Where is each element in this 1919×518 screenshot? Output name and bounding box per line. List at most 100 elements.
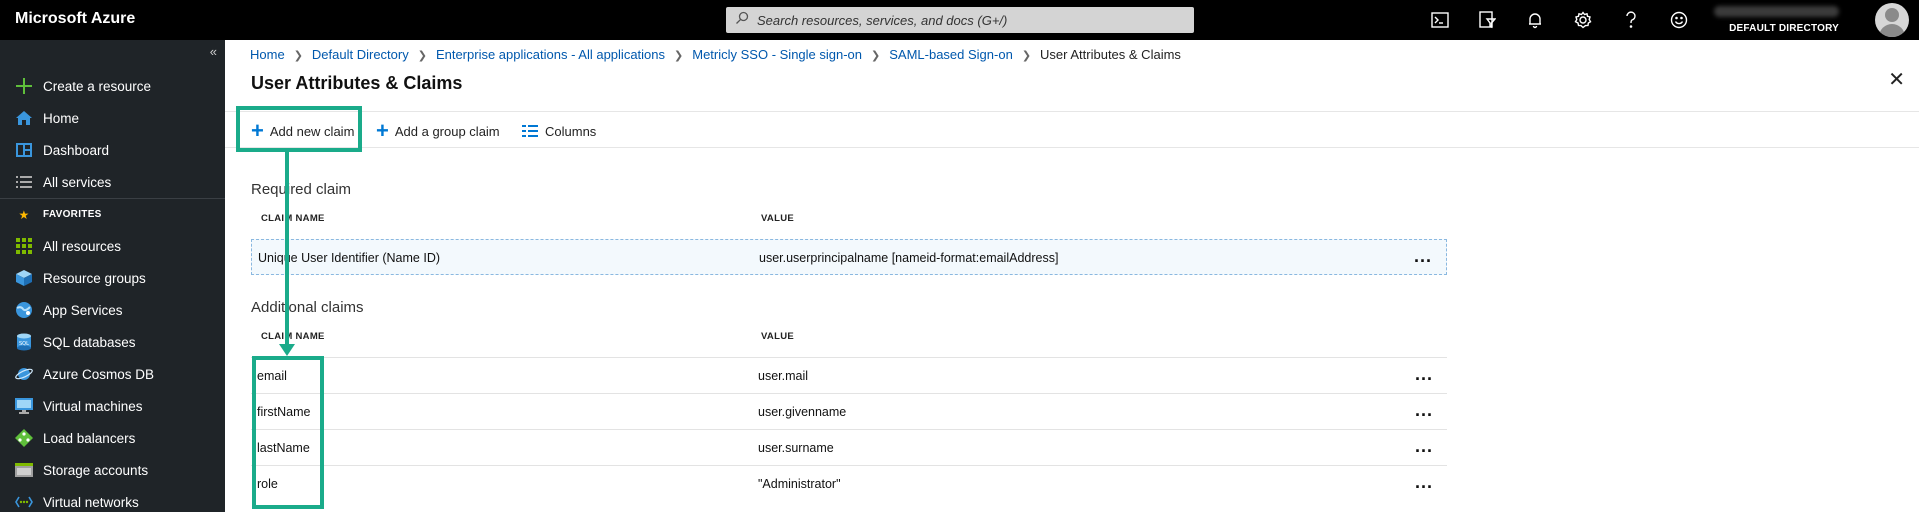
additional-claims-heading: Additional claims bbox=[251, 299, 364, 316]
sidebar-item-virtual-networks[interactable]: Virtual networks bbox=[0, 486, 225, 518]
divider bbox=[225, 147, 1919, 148]
help-icon[interactable] bbox=[1619, 8, 1643, 32]
cube-icon bbox=[14, 269, 34, 287]
table-row[interactable]: Unique User Identifier (Name ID) user.us… bbox=[251, 239, 1447, 275]
breadcrumb-default-directory[interactable]: Default Directory bbox=[312, 47, 409, 62]
cloud-shell-icon[interactable] bbox=[1428, 8, 1452, 32]
feedback-icon[interactable] bbox=[1667, 8, 1691, 32]
plus-icon: + bbox=[376, 118, 389, 143]
search-box[interactable]: Search resources, services, and docs (G+… bbox=[726, 7, 1194, 33]
breadcrumb-saml-sign-on[interactable]: SAML-based Sign-on bbox=[889, 47, 1013, 62]
avatar[interactable] bbox=[1875, 3, 1909, 37]
more-options-icon[interactable]: ... bbox=[1415, 472, 1433, 493]
add-group-claim-label: Add a group claim bbox=[394, 123, 500, 139]
main-panel: Home ❯ Default Directory ❯ Enterprise applic… bbox=[225, 40, 1919, 512]
more-options-icon[interactable]: ... bbox=[1415, 400, 1433, 421]
column-header-value: VALUE bbox=[761, 331, 794, 342]
sidebar-item-all-services[interactable]: All services bbox=[0, 166, 225, 198]
column-header-claim-name: CLAIM NAME bbox=[261, 331, 325, 342]
sidebar-item-virtual-machines[interactable]: Virtual machines bbox=[0, 390, 225, 422]
page-title: User Attributes & Claims bbox=[251, 73, 463, 93]
sidebar-item-label: SQL databases bbox=[43, 334, 136, 350]
annotation-highlight-add-claim bbox=[236, 106, 362, 152]
more-options-icon[interactable]: ... bbox=[1414, 246, 1432, 267]
required-claim-heading: Required claim bbox=[251, 181, 352, 198]
monitor-icon bbox=[14, 397, 34, 415]
sidebar-item-load-balancers[interactable]: Load balancers bbox=[0, 422, 225, 454]
breadcrumb: Home ❯ Default Directory ❯ Enterprise applic… bbox=[250, 47, 1181, 62]
plus-icon bbox=[14, 77, 34, 95]
sidebar-item-all-resources[interactable]: All resources bbox=[0, 230, 225, 262]
sidebar-item-label: Home bbox=[43, 110, 80, 126]
chevron-right-icon: ❯ bbox=[293, 50, 303, 62]
sidebar-item-app-services[interactable]: App Services bbox=[0, 294, 225, 326]
sidebar: « Create a resource Home Dashboard All s… bbox=[0, 40, 225, 512]
home-icon bbox=[14, 109, 34, 127]
column-header-value: VALUE bbox=[761, 213, 794, 224]
search-placeholder[interactable]: Search resources, services, and docs (G+… bbox=[757, 13, 1007, 28]
claim-value: user.surname bbox=[758, 441, 834, 455]
directory-filter-icon[interactable] bbox=[1475, 8, 1499, 32]
annotation-arrow-head bbox=[279, 344, 295, 356]
planet-icon bbox=[14, 365, 34, 383]
annotation-arrow bbox=[285, 152, 289, 348]
search-icon bbox=[735, 11, 749, 28]
close-icon[interactable]: ✕ bbox=[1888, 70, 1905, 90]
table-row[interactable]: firstName user.givenname ... bbox=[251, 393, 1447, 429]
top-bar: Microsoft Azure Search resources, servic… bbox=[0, 0, 1919, 40]
sidebar-item-label: Virtual machines bbox=[43, 398, 143, 414]
sidebar-item-label: All resources bbox=[43, 238, 122, 254]
sidebar-item-dashboard[interactable]: Dashboard bbox=[0, 134, 225, 166]
sidebar-item-label: Dashboard bbox=[43, 142, 110, 158]
chevron-right-icon: ❯ bbox=[674, 50, 684, 62]
claim-value: "Administrator" bbox=[758, 477, 841, 491]
globe-icon bbox=[14, 301, 34, 319]
claim-value: user.givenname bbox=[758, 405, 847, 419]
favorites-label: FAVORITES bbox=[43, 209, 102, 220]
breadcrumb-enterprise-apps[interactable]: Enterprise applications - All applicatio… bbox=[436, 47, 665, 62]
add-group-claim-button[interactable]: + Add a group claim bbox=[376, 119, 500, 143]
claim-value: user.mail bbox=[758, 369, 809, 383]
list-icon bbox=[14, 173, 34, 191]
more-options-icon[interactable]: ... bbox=[1415, 436, 1433, 457]
brand-title[interactable]: Microsoft Azure bbox=[15, 10, 135, 28]
table-row[interactable]: role "Administrator" ... bbox=[251, 465, 1447, 501]
chevron-right-icon: ❯ bbox=[871, 50, 881, 62]
collapse-sidebar-icon[interactable]: « bbox=[210, 44, 217, 59]
sidebar-item-label: Create a resource bbox=[43, 78, 152, 94]
sidebar-item-label: Resource groups bbox=[43, 270, 146, 286]
user-account[interactable]: DEFAULT DIRECTORY bbox=[1714, 6, 1839, 34]
annotation-highlight-claim-names bbox=[252, 356, 324, 509]
sidebar-item-resource-groups[interactable]: Resource groups bbox=[0, 262, 225, 294]
sidebar-item-storage-accounts[interactable]: Storage accounts bbox=[0, 454, 225, 486]
sidebar-item-label: Storage accounts bbox=[43, 462, 149, 478]
columns-button[interactable]: Columns bbox=[522, 119, 596, 143]
sidebar-item-label: Azure Cosmos DB bbox=[43, 366, 155, 382]
sidebar-nav: Create a resource Home Dashboard All ser… bbox=[0, 70, 225, 518]
sidebar-item-label: Virtual networks bbox=[43, 494, 139, 510]
breadcrumb-home[interactable]: Home bbox=[250, 47, 285, 62]
more-options-icon[interactable]: ... bbox=[1415, 364, 1433, 385]
user-directory: DEFAULT DIRECTORY bbox=[1729, 23, 1839, 34]
sidebar-item-create-resource[interactable]: Create a resource bbox=[0, 70, 225, 102]
breadcrumb-current: User Attributes & Claims bbox=[1040, 47, 1181, 62]
columns-icon bbox=[522, 125, 538, 137]
chevron-right-icon: ❯ bbox=[1021, 50, 1032, 62]
sidebar-item-home[interactable]: Home bbox=[0, 102, 225, 134]
chevron-right-icon: ❯ bbox=[417, 50, 427, 62]
columns-label: Columns bbox=[545, 123, 597, 139]
favorites-header: ★ FAVORITES bbox=[0, 198, 225, 230]
network-icon bbox=[14, 493, 34, 511]
notifications-icon[interactable] bbox=[1523, 8, 1547, 32]
table-row[interactable]: lastName user.surname ... bbox=[251, 429, 1447, 465]
sidebar-item-cosmos-db[interactable]: Azure Cosmos DB bbox=[0, 358, 225, 390]
divider bbox=[225, 111, 1919, 112]
sidebar-item-sql-databases[interactable]: SQL SQL databases bbox=[0, 326, 225, 358]
user-email-redacted bbox=[1714, 6, 1839, 17]
dashboard-icon bbox=[14, 141, 34, 159]
grid-icon bbox=[14, 237, 34, 255]
claim-value: user.userprincipalname [nameid-format:em… bbox=[759, 251, 1059, 265]
table-row[interactable]: email user.mail ... bbox=[251, 357, 1447, 393]
settings-icon[interactable] bbox=[1571, 8, 1595, 32]
breadcrumb-metricly-sso[interactable]: Metricly SSO - Single sign-on bbox=[692, 47, 862, 62]
